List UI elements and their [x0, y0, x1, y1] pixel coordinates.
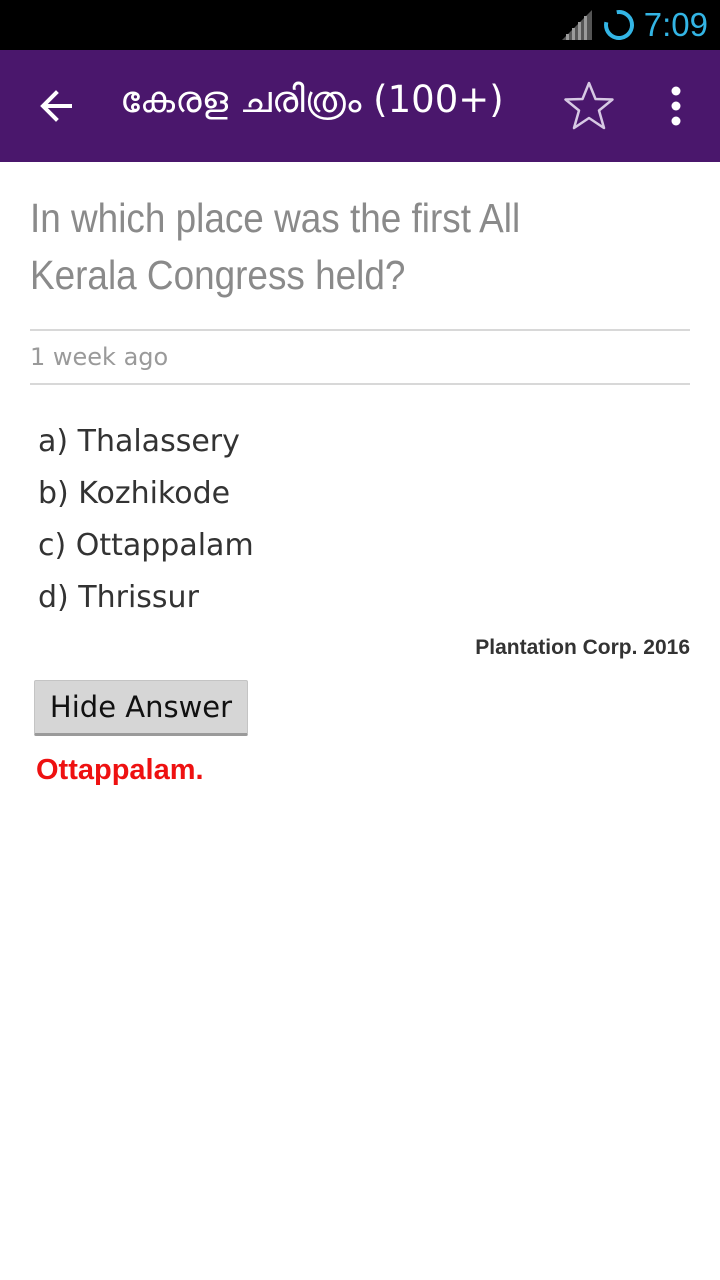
divider — [30, 329, 690, 331]
star-outline-icon[interactable] — [563, 80, 615, 132]
page-title: കേരള ചരിത്രം (100+) — [120, 78, 504, 121]
status-clock: 7:09 — [643, 6, 708, 43]
answer-text: Ottappalam. — [36, 754, 204, 786]
options-list: a) Thalassery b) Kozhikode c) Ottappalam… — [38, 416, 254, 624]
timestamp: 1 week ago — [30, 343, 169, 371]
signal-icon — [562, 10, 592, 40]
status-bar: 7:09 — [0, 0, 720, 50]
divider — [30, 383, 690, 385]
option-d: d) Thrissur — [38, 580, 199, 615]
option-c: c) Ottappalam — [38, 528, 254, 563]
question-text: In which place was the first All Kerala … — [30, 195, 521, 298]
hide-answer-button[interactable]: Hide Answer — [34, 680, 248, 736]
more-vert-icon[interactable] — [660, 86, 692, 126]
back-arrow-icon[interactable] — [36, 86, 76, 126]
question-source: Plantation Corp. 2016 — [475, 636, 690, 659]
option-a: a) Thalassery — [38, 424, 240, 459]
app-bar: കേരള ചരിത്രം (100+) — [0, 50, 720, 162]
sync-icon — [604, 10, 634, 40]
option-b: b) Kozhikode — [38, 476, 231, 511]
